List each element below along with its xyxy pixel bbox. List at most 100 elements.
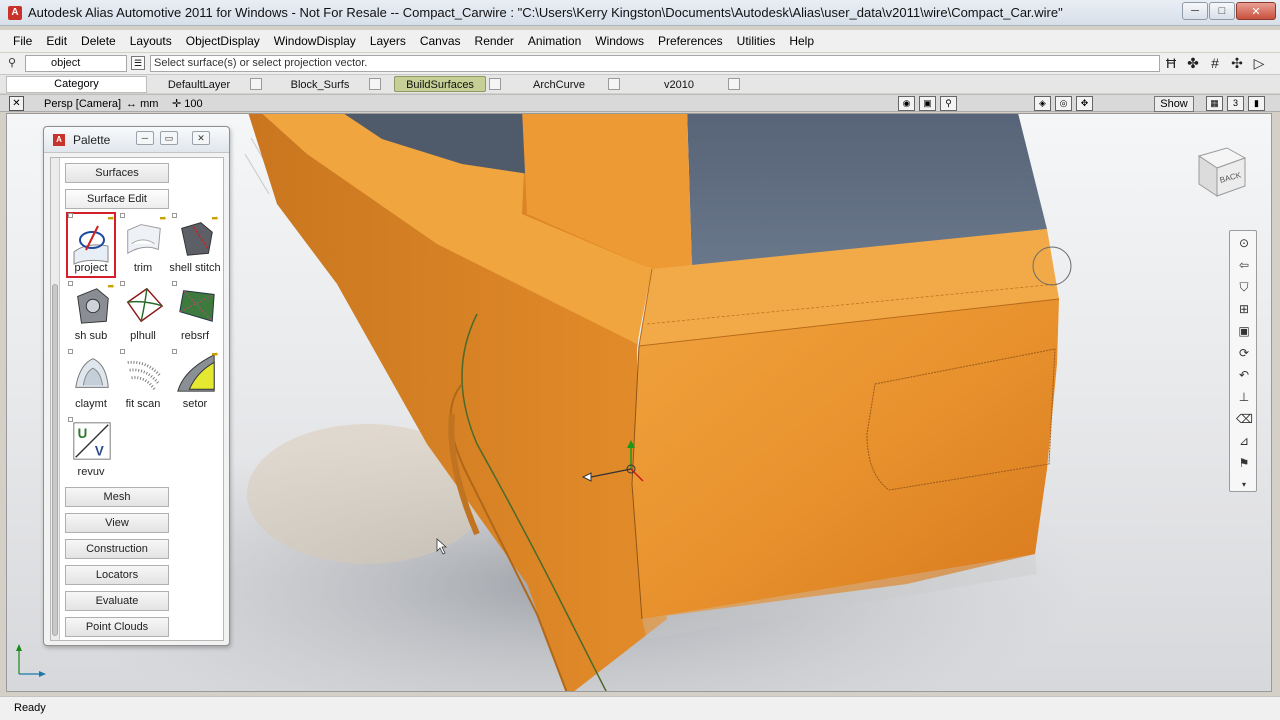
menu-edit[interactable]: Edit: [39, 30, 74, 52]
plhull-icon: [126, 287, 164, 323]
frame-icon[interactable]: ⊞: [1236, 301, 1252, 317]
scrollbar-thumb[interactable]: [52, 284, 58, 636]
layer-v2010-toggle[interactable]: [728, 78, 740, 90]
maximize-button[interactable]: □: [1209, 2, 1235, 20]
layer-buildsurfaces[interactable]: BuildSurfaces: [394, 76, 486, 92]
undo-view-icon[interactable]: ↶: [1236, 367, 1252, 383]
pick-icon[interactable]: ⚲: [8, 56, 22, 70]
orbit-icon[interactable]: ⟳: [1236, 345, 1252, 361]
tool-project[interactable]: ➨ project: [65, 212, 117, 278]
grid-readout: ✛ 100: [172, 98, 203, 110]
palette-maximize-button[interactable]: ▭: [160, 131, 178, 145]
layer-archcurve-toggle[interactable]: [608, 78, 620, 90]
command-tools: Ħ ✤ # ✣ ▷: [1163, 55, 1267, 72]
shield-icon[interactable]: ⛉: [1236, 279, 1252, 295]
menu-preferences[interactable]: Preferences: [651, 30, 730, 52]
menu-delete[interactable]: Delete: [74, 30, 123, 52]
section-surface-edit[interactable]: Surface Edit: [65, 189, 169, 209]
curve-snap-icon[interactable]: ✣: [1229, 55, 1245, 72]
pick-mode-field[interactable]: object: [25, 55, 127, 72]
section-locators[interactable]: Locators: [65, 565, 169, 585]
viewcube[interactable]: BACK: [1193, 144, 1247, 198]
section-view[interactable]: View: [65, 513, 169, 533]
palette-close-button[interactable]: ✕: [192, 131, 210, 145]
prompt-menu-icon[interactable]: ☰: [131, 56, 145, 70]
palette-titlebar[interactable]: A Palette ─ ▭ ✕: [44, 127, 229, 153]
tool-rebsrf[interactable]: rebsrf: [169, 280, 221, 346]
layer-v2010[interactable]: v2010: [634, 76, 724, 92]
tool-claymt[interactable]: claymt: [65, 348, 117, 414]
look-at-icon[interactable]: ◈: [1034, 96, 1051, 111]
alias-app-icon: A: [8, 5, 22, 20]
tool-revuv[interactable]: U V revuv: [65, 416, 117, 482]
option-arrow-icon: ➨: [159, 213, 167, 223]
layer-defaultlayer-toggle[interactable]: [250, 78, 262, 90]
menu-layers[interactable]: Layers: [363, 30, 413, 52]
layout-controls: ▦ 3 ▮: [1206, 96, 1265, 111]
layer-archcurve[interactable]: ArchCurve: [514, 76, 604, 92]
layout-icon[interactable]: ▦: [1206, 96, 1223, 111]
tool-label: setor: [182, 398, 208, 410]
tool-fit-scan[interactable]: fit scan: [117, 348, 169, 414]
alias-logo-icon: A: [53, 134, 65, 146]
menu-file[interactable]: File: [6, 30, 39, 52]
menu-animation[interactable]: Animation: [521, 30, 588, 52]
tool-setor[interactable]: ➨ setor: [169, 348, 221, 414]
bookmark-icon[interactable]: ⚑: [1236, 455, 1252, 471]
tool-label: shell stitch: [169, 262, 221, 274]
grid-snap-icon[interactable]: #: [1207, 55, 1223, 72]
tumble-icon[interactable]: ◉: [898, 96, 915, 111]
menu-windowdisplay[interactable]: WindowDisplay: [267, 30, 363, 52]
lock-icon[interactable]: ⊿: [1236, 433, 1252, 449]
sphere-icon[interactable]: ◎: [1055, 96, 1072, 111]
tool-label: claymt: [75, 398, 107, 410]
move-view-icon[interactable]: ✥: [1076, 96, 1093, 111]
eraser-icon[interactable]: ⌫: [1236, 411, 1253, 427]
section-construction[interactable]: Construction: [65, 539, 169, 559]
tool-label: rebsrf: [180, 330, 210, 342]
menu-utilities[interactable]: Utilities: [730, 30, 783, 52]
show-button[interactable]: Show: [1154, 96, 1194, 112]
section-surfaces[interactable]: Surfaces: [65, 163, 169, 183]
tool-plhull[interactable]: plhull: [117, 280, 169, 346]
menu-help[interactable]: Help: [782, 30, 821, 52]
layer-buildsurfaces-toggle[interactable]: [489, 78, 501, 90]
option-arrow-icon: ➨: [211, 213, 219, 223]
layer-category[interactable]: Category: [6, 76, 147, 93]
section-point-clouds[interactable]: Point Clouds: [65, 617, 169, 637]
layer-block-surfs-toggle[interactable]: [369, 78, 381, 90]
menu-objectdisplay[interactable]: ObjectDisplay: [179, 30, 267, 52]
palette-window: A Palette ─ ▭ ✕ Surfaces Surface Edit ➨ …: [43, 126, 230, 646]
close-button[interactable]: ✕: [1236, 2, 1276, 20]
grid-value: 100: [184, 98, 203, 110]
menu-windows[interactable]: Windows: [588, 30, 651, 52]
minimize-button[interactable]: ─: [1182, 2, 1208, 20]
layout-number[interactable]: 3: [1227, 96, 1244, 111]
chevron-down-icon[interactable]: ▾: [1236, 477, 1252, 493]
tool-sh-sub[interactable]: ➨ sh sub: [65, 280, 117, 346]
section-evaluate[interactable]: Evaluate: [65, 591, 169, 611]
palette-scrollbar[interactable]: [51, 158, 60, 640]
play-icon[interactable]: ▷: [1251, 55, 1267, 72]
zoom-icon[interactable]: ⚲: [940, 96, 957, 111]
tool-shell-stitch[interactable]: ➨ shell stitch: [169, 212, 221, 278]
title-bar: A Autodesk Alias Automotive 2011 for Win…: [0, 0, 1280, 26]
prompt-line[interactable]: Select surface(s) or select projection v…: [150, 55, 1160, 72]
viewport-close-icon[interactable]: ✕: [9, 96, 24, 111]
grid-icon[interactable]: ▣: [1236, 323, 1252, 339]
back-arrow-icon[interactable]: ⇦: [1236, 257, 1252, 273]
layer-block-surfs[interactable]: Block_Surfs: [276, 76, 364, 92]
camera-icon[interactable]: ▣: [919, 96, 936, 111]
layer-defaultlayer[interactable]: DefaultLayer: [150, 76, 248, 92]
zoom-extents-icon[interactable]: ⊙: [1236, 235, 1252, 251]
tool-trim[interactable]: ➨ trim: [117, 212, 169, 278]
menu-layouts[interactable]: Layouts: [123, 30, 179, 52]
maximize-view-icon[interactable]: ▮: [1248, 96, 1265, 111]
section-mesh[interactable]: Mesh: [65, 487, 169, 507]
axis-icon[interactable]: ⊥: [1236, 389, 1252, 405]
history-icon[interactable]: Ħ: [1163, 55, 1179, 72]
menu-render[interactable]: Render: [468, 30, 521, 52]
palette-minimize-button[interactable]: ─: [136, 131, 154, 145]
menu-canvas[interactable]: Canvas: [413, 30, 468, 52]
magnet-icon[interactable]: ✤: [1185, 55, 1201, 72]
